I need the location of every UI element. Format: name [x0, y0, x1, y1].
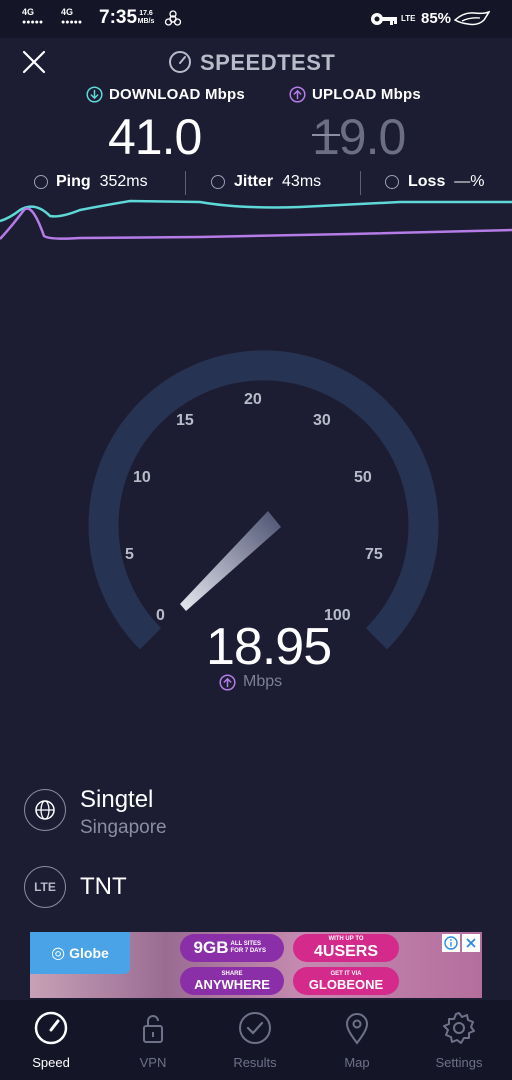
nav-item-settings[interactable]: Settings [408, 1010, 510, 1070]
ad-banner[interactable]: ◎ Globe 9GB ALL SITES FOR 7 DAYS WITH UP… [30, 932, 482, 998]
isp-name: Singtel [80, 786, 154, 813]
speedometer-icon [34, 1011, 68, 1045]
ad-close-icon [466, 938, 476, 948]
gauge-tick-10: 10 [133, 469, 151, 486]
ad-pill-users-big: 4USERS [313, 943, 379, 960]
battery-level: 85% [421, 10, 452, 27]
info-icon [444, 936, 458, 950]
divider [185, 171, 186, 195]
nav-label-speed: Speed [32, 1055, 70, 1070]
ping-icon [34, 175, 48, 189]
download-label: DOWNLOAD Mbps [109, 86, 245, 103]
loss-value: —% [454, 173, 485, 190]
speed-unit: Mbps [243, 673, 283, 690]
map-pin-icon [345, 1013, 369, 1045]
lock-icon [143, 1015, 163, 1043]
ad-pill-globeone: GET IT VIA GLOBEONE [293, 967, 399, 995]
nav-label-vpn: VPN [139, 1055, 167, 1070]
gauge-tick-50: 50 [354, 469, 372, 486]
jitter-icon [211, 175, 225, 189]
gauge-tick-20: 20 [244, 391, 262, 408]
gauge-tick-15: 15 [176, 412, 194, 429]
loss-label: Loss [408, 173, 446, 190]
speedometer-small-icon [168, 50, 192, 79]
throughput-graph [0, 199, 512, 240]
ad-brand-logo: ◎ Globe [30, 932, 130, 974]
ad-pill-anywhere: SHARE ANYWHERE [180, 967, 284, 995]
nav-item-speed[interactable]: Speed [0, 1010, 102, 1070]
check-circle-icon [239, 1012, 271, 1044]
network-type-1: 4G [22, 7, 35, 17]
network-type-2: 4G [61, 7, 74, 17]
upload-value: 19.0 [312, 109, 406, 165]
upload-indicator-icon [219, 674, 236, 696]
current-speed: 18.95 [206, 618, 332, 676]
ping-stat: Ping 352ms [56, 173, 148, 191]
network-name: TNT [80, 873, 127, 900]
download-icon [86, 86, 103, 108]
ad-pill-9gb-small: ALL SITES FOR 7 DAYS [230, 941, 266, 954]
nav-item-vpn[interactable]: VPN [102, 1010, 204, 1070]
status-bar: 4G ●●●●● 4G ●●●●● 7:35 17.6 MB/s LTE 85% [0, 0, 512, 38]
divider [360, 171, 361, 195]
ad-pill-globeone-big: GLOBEONE [308, 976, 384, 992]
download-value: 41.0 [108, 109, 202, 165]
signal-icon-2: ●●●●● [61, 19, 83, 26]
nav-item-results[interactable]: Results [204, 1010, 306, 1070]
network-type-button[interactable]: LTE [24, 866, 66, 908]
gauge-tick-75: 75 [365, 546, 383, 563]
app-title: SPEEDTEST [200, 50, 336, 75]
upload-strike [312, 134, 340, 136]
loss-icon [385, 175, 399, 189]
nav-label-map: Map [344, 1055, 370, 1070]
upload-graph-line [0, 207, 512, 240]
rog-logo-icon [453, 10, 491, 33]
signal-icon-1: ●●●●● [22, 19, 44, 26]
biohazard-icon [164, 10, 182, 33]
ping-label: Ping [56, 173, 91, 190]
jitter-stat: Jitter 43ms [234, 173, 321, 191]
jitter-label: Jitter [234, 173, 274, 190]
ping-value: 352ms [99, 173, 148, 190]
nav-item-map[interactable]: Map [306, 1010, 408, 1070]
ad-pill-anywhere-big: ANYWHERE [194, 976, 270, 992]
upload-icon [289, 86, 306, 108]
globe-brand-icon: ◎ [51, 945, 66, 962]
gear-icon [443, 1012, 475, 1044]
lte-icon: LTE [34, 880, 56, 894]
ad-close-button[interactable] [462, 934, 480, 952]
ad-brand: Globe [69, 945, 109, 961]
clock: 7:35 [99, 7, 138, 28]
nav-label-results: Results [233, 1055, 277, 1070]
gauge-needle [180, 511, 281, 611]
gauge-tick-5: 5 [125, 546, 134, 563]
ad-pill-9gb-big: 9GB [193, 938, 229, 957]
bottom-nav: Speed VPN Results Map Settings [0, 1000, 512, 1080]
ad-pill-users-small: WITH UP TO [328, 936, 364, 942]
gauge-track [88, 350, 439, 650]
ad-info-button[interactable] [442, 934, 460, 952]
globe-icon [35, 800, 55, 820]
ad-pill-users: WITH UP TO 4USERS [293, 934, 399, 962]
gauge-tick-0: 0 [156, 607, 165, 624]
vpn-key-icon [370, 12, 398, 31]
lte-indicator: LTE [401, 14, 416, 23]
isp-location: Singapore [80, 817, 167, 838]
close-icon [22, 50, 46, 74]
jitter-value: 43ms [282, 173, 322, 190]
ad-pill-9gb: 9GB ALL SITES FOR 7 DAYS [180, 934, 284, 962]
loss-stat: Loss —% [408, 173, 484, 191]
data-rate: 17.6 MB/s [137, 10, 155, 25]
close-button[interactable] [22, 50, 46, 79]
upload-label: UPLOAD Mbps [312, 86, 421, 103]
provider-globe-button[interactable] [24, 789, 66, 831]
download-graph-line [0, 199, 512, 223]
gauge-tick-30: 30 [313, 412, 331, 429]
nav-label-settings: Settings [435, 1055, 483, 1070]
